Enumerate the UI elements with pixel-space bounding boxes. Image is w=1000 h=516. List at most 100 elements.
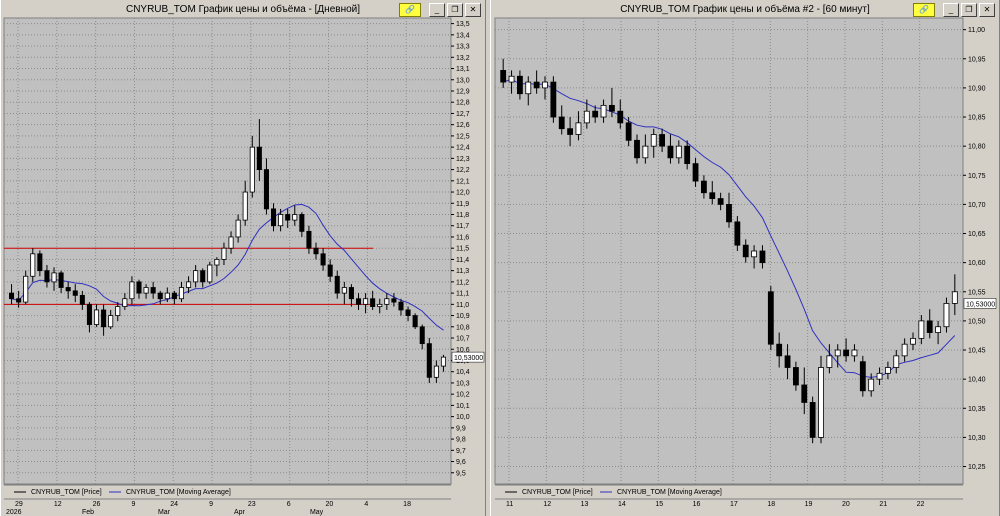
- candle-body: [370, 298, 376, 307]
- x-tick-label: 15: [655, 501, 663, 508]
- candle-body: [263, 169, 269, 210]
- candle-body: [893, 355, 900, 368]
- candle-body: [101, 309, 107, 328]
- candle-body: [575, 122, 582, 135]
- candle-body: [214, 259, 220, 266]
- candle-body: [918, 320, 925, 339]
- x-tick-label: 21: [879, 501, 887, 508]
- x-tick-label: 20: [842, 501, 850, 508]
- candle-body: [285, 214, 291, 221]
- candle-body: [122, 298, 128, 307]
- candle-body: [516, 75, 523, 95]
- candle-body: [249, 146, 255, 193]
- y-tick-label: 12,4: [456, 145, 470, 152]
- candle-body: [818, 367, 824, 438]
- candle-body: [751, 250, 757, 258]
- candle-body: [355, 298, 362, 305]
- y-tick-label: 13,5: [456, 21, 470, 28]
- daily-chart-window[interactable]: CNYRUB_TOM График цены и объёма - [Дневн…: [0, 0, 486, 516]
- y-tick-label: 10,75: [968, 173, 986, 180]
- candle-body: [270, 208, 277, 227]
- y-tick-label: 10,3: [456, 380, 470, 387]
- legend-entry: CNYRUB_TOM [Moving Average]: [617, 489, 722, 496]
- y-tick-label: 11,3: [456, 268, 469, 275]
- candle-body: [16, 298, 22, 303]
- month-label: May: [310, 509, 324, 516]
- candle-body: [767, 291, 774, 345]
- y-tick-label: 10,55: [968, 289, 986, 296]
- x-tick-label: 4: [364, 501, 368, 508]
- hourly-chart-window[interactable]: CNYRUB_TOM График цены и объёма #2 - [60…: [490, 0, 1000, 516]
- candle-body: [634, 139, 640, 159]
- y-tick-label: 10,1: [456, 403, 470, 410]
- candle-body: [617, 110, 624, 124]
- y-tick-label: 12,8: [456, 100, 470, 107]
- candle-body: [157, 292, 163, 300]
- y-tick-label: 11,2: [456, 279, 469, 286]
- x-tick-label: 6: [287, 501, 291, 508]
- legend-entry: CNYRUB_TOM [Price]: [31, 489, 102, 496]
- candle-body: [164, 292, 170, 300]
- candle-body: [742, 244, 749, 258]
- month-label: Mar: [158, 509, 171, 516]
- candle-body: [834, 349, 841, 357]
- y-tick-label: 10,95: [968, 56, 986, 63]
- candle-body: [433, 365, 439, 378]
- candle-body: [235, 219, 241, 238]
- candle-body: [859, 361, 866, 392]
- candle-body: [901, 343, 908, 357]
- candle-body: [51, 272, 57, 283]
- last-price-label: 10,53000: [454, 355, 483, 362]
- candle-body: [405, 309, 411, 316]
- x-tick-label: 18: [767, 501, 775, 508]
- candle-body: [171, 292, 177, 300]
- candle-body: [93, 309, 100, 325]
- candle-body: [726, 203, 732, 223]
- candle-body: [115, 306, 121, 316]
- candle-body: [876, 372, 883, 380]
- x-tick-label: 24: [170, 501, 178, 508]
- y-tick-label: 9,6: [456, 459, 466, 466]
- y-tick-label: 10,35: [968, 406, 986, 413]
- candle-body: [150, 287, 156, 294]
- x-tick-label: 20: [326, 501, 334, 508]
- candle-body: [583, 110, 590, 124]
- candle-body: [592, 110, 599, 118]
- candle-body: [784, 355, 791, 368]
- daily-chart-plot[interactable]: 13,5 13,4 13,3 13,2 13,1 13,0 12,9 12,8 12,7 12,6…: [1, 0, 487, 516]
- candle-body: [186, 281, 192, 288]
- month-label: Apr: [234, 509, 246, 516]
- y-tick-label: 11,4: [456, 257, 469, 264]
- hourly-chart-plot[interactable]: 11,00 10,95 10,90 10,85 10,80 10,75 10,70 10,65…: [491, 0, 1000, 516]
- candle-body: [306, 230, 312, 249]
- candle-body: [391, 298, 397, 303]
- candle-body: [313, 247, 319, 255]
- y-tick-label: 10,30: [968, 435, 986, 442]
- candle-body: [642, 145, 649, 159]
- y-tick-label: 12,9: [456, 88, 470, 95]
- candle-body: [108, 315, 114, 328]
- y-tick-label: 10,2: [456, 392, 470, 399]
- candle-body: [412, 315, 418, 328]
- candle-body: [72, 290, 78, 296]
- y-tick-label: 10,9: [456, 313, 470, 320]
- y-tick-label: 9,7: [456, 448, 466, 455]
- candle-body: [86, 303, 92, 325]
- candle-body: [143, 287, 149, 294]
- candle-body: [419, 326, 425, 345]
- y-tick-label: 10,50: [968, 318, 986, 325]
- candle-body: [926, 320, 933, 333]
- x-tick-label: 23: [248, 501, 256, 508]
- candle-body: [65, 287, 71, 292]
- candle-body: [200, 270, 206, 283]
- y-tick-label: 13,2: [456, 55, 470, 62]
- x-tick-label: 14: [618, 501, 626, 508]
- x-tick-label: 11: [506, 501, 513, 508]
- y-tick-label: 10,60: [968, 260, 986, 267]
- candle-body: [348, 287, 354, 300]
- y-tick-label: 9,9: [456, 425, 466, 432]
- candle-body: [826, 355, 833, 368]
- candle-body: [675, 145, 682, 159]
- candle-body: [943, 303, 950, 328]
- candle-body: [256, 146, 262, 170]
